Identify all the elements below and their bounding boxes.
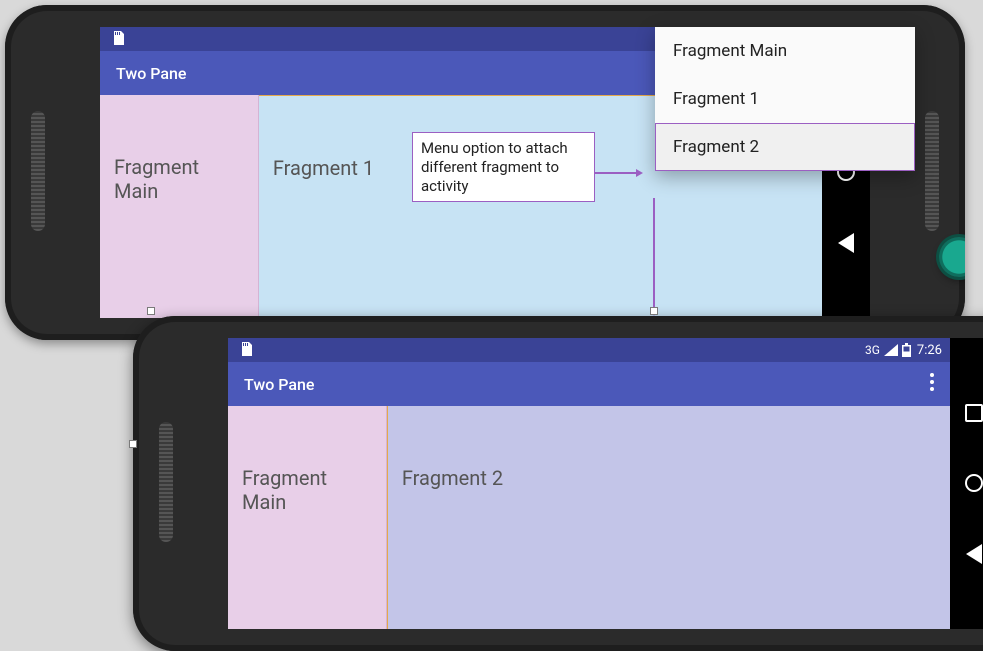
nav-overview-icon[interactable] bbox=[965, 404, 983, 422]
status-bar: 3G 7:26 bbox=[228, 338, 950, 362]
annotation-text: Menu option to attach different fragment… bbox=[421, 139, 568, 195]
pane-left-label: Fragment Main bbox=[114, 155, 199, 203]
pane-left: Fragment Main bbox=[228, 406, 387, 629]
phone-android-after: 3G 7:26 Two Pane Fragment Main bbox=[133, 316, 983, 651]
pane-right-label: Fragment 2 bbox=[402, 466, 503, 490]
status-time: 7:26 bbox=[917, 343, 942, 358]
overflow-icon[interactable] bbox=[930, 373, 934, 395]
signal-icon bbox=[884, 344, 898, 356]
annotation-arrow-to-menu bbox=[595, 172, 637, 174]
nav-home-icon[interactable] bbox=[965, 474, 983, 492]
selection-handle bbox=[147, 307, 155, 315]
selection-handle bbox=[650, 307, 658, 315]
nav-back-icon[interactable] bbox=[838, 233, 854, 253]
pane-left: Fragment Main bbox=[100, 95, 259, 318]
phone2-display: 3G 7:26 Two Pane Fragment Main bbox=[228, 338, 950, 629]
app-bar: Two Pane bbox=[228, 362, 950, 406]
app-title: Two Pane bbox=[244, 375, 315, 394]
menu-item-fragment-1[interactable]: Fragment 1 bbox=[655, 75, 915, 123]
pane-right-label: Fragment 1 bbox=[273, 156, 374, 180]
sd-card-icon bbox=[112, 31, 124, 45]
menu-item-fragment-2[interactable]: Fragment 2 bbox=[655, 123, 915, 171]
system-nav-bar bbox=[950, 338, 983, 629]
phone-speaker-right bbox=[925, 111, 939, 231]
pane-left-label: Fragment Main bbox=[242, 466, 327, 514]
phone2-screen: 3G 7:26 Two Pane Fragment Main bbox=[228, 338, 983, 629]
two-pane-content: Fragment Main Fragment 2 bbox=[228, 406, 950, 629]
fingerprint-sensor bbox=[939, 237, 965, 277]
network-3g-label: 3G bbox=[865, 343, 880, 357]
annotation-callout: Menu option to attach different fragment… bbox=[412, 132, 595, 202]
sd-card-icon bbox=[240, 342, 252, 356]
pane-right: Fragment 2 bbox=[387, 406, 950, 629]
menu-item-fragment-main[interactable]: Fragment Main bbox=[655, 27, 915, 75]
app-title: Two Pane bbox=[116, 64, 187, 83]
nav-back-icon[interactable] bbox=[966, 544, 982, 564]
selection-handle bbox=[129, 440, 137, 448]
annotation-arrow-to-result bbox=[653, 198, 655, 310]
battery-icon bbox=[902, 343, 911, 357]
overflow-menu: Fragment Main Fragment 1 Fragment 2 bbox=[655, 27, 915, 171]
phone-speaker-left bbox=[31, 111, 45, 231]
phone-speaker-left bbox=[159, 422, 173, 542]
